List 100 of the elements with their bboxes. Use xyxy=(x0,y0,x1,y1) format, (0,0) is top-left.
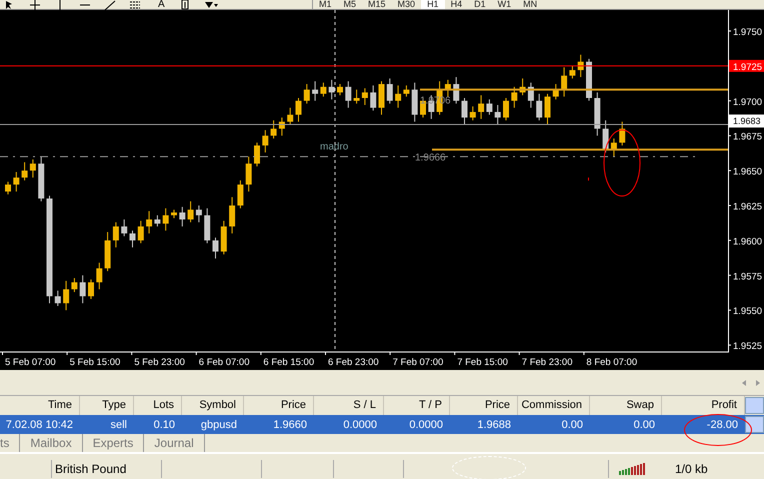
tab[interactable]: ts xyxy=(0,434,20,452)
price-label: 1.9725 xyxy=(733,62,762,73)
timeframe-button[interactable]: M5 xyxy=(338,0,362,9)
timeframe-button[interactable]: W1 xyxy=(492,0,518,9)
candle xyxy=(179,206,186,227)
candle xyxy=(30,158,36,178)
bid-price-label: 1.9683 xyxy=(729,114,764,128)
candle xyxy=(96,262,102,290)
price-label: 1.9650 xyxy=(733,166,762,178)
line-label: 1.9666 xyxy=(415,152,446,164)
candle xyxy=(520,78,526,96)
candle xyxy=(287,107,294,126)
candle xyxy=(138,220,144,244)
candle xyxy=(453,76,460,104)
timeframe-button[interactable]: M1 xyxy=(313,0,338,9)
candle xyxy=(536,93,542,121)
table-cell-text: -28.00 xyxy=(706,418,739,430)
time-label: 6 Feb 07:00 xyxy=(198,357,250,368)
candle xyxy=(503,98,509,121)
trade-row[interactable]: 7.02.08 10:42 sell 0.10 gbpusd 1.9660 0.0000 0.0000 1.9688 0.00 0.00 -28.00 xyxy=(0,415,764,434)
candle xyxy=(470,106,476,121)
candle xyxy=(594,92,600,136)
candle xyxy=(171,209,177,219)
tick-mark xyxy=(2,352,3,356)
timeframe-button[interactable]: M30 xyxy=(392,0,422,9)
candle xyxy=(610,138,617,158)
candle xyxy=(104,232,111,272)
tick-mark xyxy=(728,274,732,276)
tick-mark xyxy=(728,205,732,206)
candle xyxy=(262,130,268,153)
time-label: 7 Feb 07:00 xyxy=(392,357,444,368)
tick-mark xyxy=(325,352,326,356)
candle xyxy=(320,82,326,98)
candle xyxy=(229,196,236,234)
candle xyxy=(378,80,384,116)
timeframe-button[interactable]: M15 xyxy=(362,0,392,9)
candle xyxy=(296,98,302,122)
tick-mark xyxy=(728,30,732,32)
connection-bars-icon xyxy=(619,463,645,475)
candle xyxy=(561,66,568,98)
candle xyxy=(63,280,70,311)
tab[interactable]: Mailbox xyxy=(20,434,83,452)
price-label: 1.9600 xyxy=(733,236,762,248)
table-cell-text: gbpusd xyxy=(200,418,238,430)
candle xyxy=(121,218,128,237)
candle xyxy=(370,84,376,112)
candle xyxy=(444,79,451,98)
price-label: 1.9575 xyxy=(733,271,762,282)
candle xyxy=(112,222,119,248)
tick-mark xyxy=(728,240,732,241)
tick-mark xyxy=(728,170,732,172)
candle xyxy=(196,205,202,223)
candle xyxy=(130,230,136,248)
tab[interactable]: Experts xyxy=(82,434,144,452)
table-cell-text: 7.02.08 10:42 xyxy=(4,418,74,430)
timeframe-button[interactable]: H4 xyxy=(444,0,468,9)
timeframe-button[interactable]: H1 xyxy=(421,0,445,9)
candle xyxy=(154,214,160,227)
candle xyxy=(237,180,244,209)
candle xyxy=(22,162,28,181)
candle xyxy=(478,94,484,120)
tab[interactable]: Journal xyxy=(144,434,205,452)
status-traffic: 1/0 kb xyxy=(675,461,708,478)
tick-mark xyxy=(390,352,391,356)
candle xyxy=(462,98,468,126)
candle xyxy=(544,93,550,126)
candle xyxy=(270,120,277,139)
candle xyxy=(528,82,534,108)
table-cell-text: sell xyxy=(109,418,128,430)
highlight-ellipse xyxy=(604,130,640,196)
price-label: 1.9625 xyxy=(733,202,762,212)
candle xyxy=(412,82,418,122)
price-label: 1.9550 xyxy=(733,306,762,318)
candle xyxy=(88,279,94,300)
tick-mark xyxy=(583,352,584,356)
tick-mark xyxy=(518,352,520,356)
timeframe-button[interactable]: MN xyxy=(517,0,544,9)
candle xyxy=(246,156,252,192)
table-cell-text: 0.00 xyxy=(560,418,584,430)
time-label: 5 Feb 23:00 xyxy=(134,357,185,368)
time-label: 7 Feb 15:00 xyxy=(457,357,508,368)
time-label: 5 Feb 15:00 xyxy=(70,357,120,368)
candle xyxy=(54,290,61,306)
tick-mark xyxy=(728,310,732,311)
arrows-icon[interactable] xyxy=(204,0,219,10)
table-cell-text: 0.0000 xyxy=(342,418,378,430)
table-cell-text: 0.10 xyxy=(152,418,176,430)
tick-mark xyxy=(454,352,456,356)
candle xyxy=(5,181,11,195)
price-label: 1.9750 xyxy=(733,27,762,38)
candle xyxy=(552,84,559,100)
table-cell-text: 0.0000 xyxy=(408,418,444,430)
timeframe-button[interactable]: D1 xyxy=(468,0,492,9)
candle xyxy=(486,98,492,116)
candle xyxy=(345,80,352,108)
tick-mark xyxy=(196,352,197,356)
scroll-down-icon[interactable] xyxy=(745,416,764,433)
candle xyxy=(602,120,609,153)
candle xyxy=(511,86,518,108)
candle xyxy=(254,142,260,167)
